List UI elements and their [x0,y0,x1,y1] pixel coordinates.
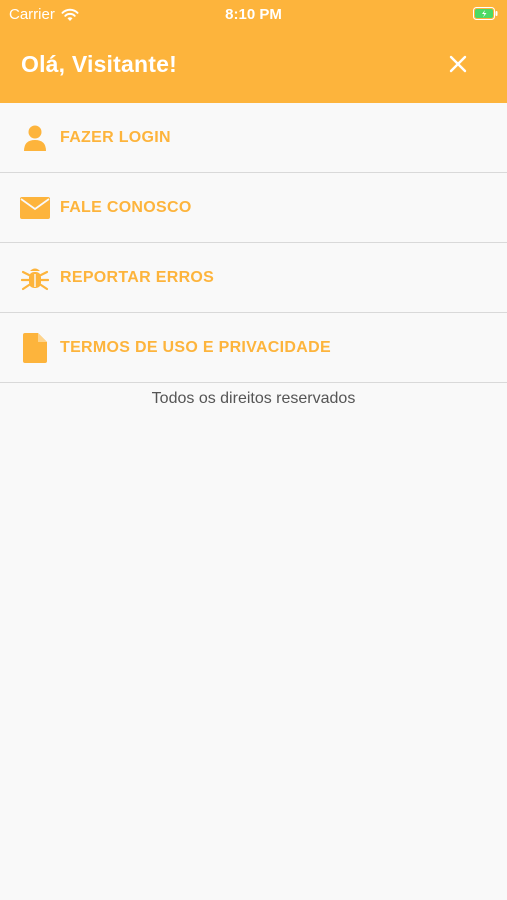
document-icon [20,332,50,363]
envelope-icon [20,193,50,223]
menu-item-report-bugs[interactable]: REPORTAR ERROS [0,243,507,313]
user-icon [20,123,50,153]
header: Carrier 8:10 PM Olá, Visitante! [0,0,507,103]
menu-item-contact[interactable]: FALE CONOSCO [0,173,507,243]
footer-rights-text: Todos os direitos reservados [151,390,356,407]
menu-item-label: REPORTAR ERROS [60,268,215,286]
status-time: 8:10 PM [225,6,282,23]
menu-item-label: TERMOS DE USO E PRIVACIDADE [60,338,331,356]
menu-item-login[interactable]: FAZER LOGIN [0,103,507,173]
menu-item-terms-privacy[interactable]: TERMOS DE USO E PRIVACIDADE [0,313,507,383]
bug-icon [20,263,50,293]
battery-icon [473,7,498,20]
page-title: Olá, Visitante! [21,51,177,77]
close-icon[interactable] [447,53,469,75]
status-bar: Carrier 8:10 PM [0,0,507,28]
menu-item-label: FALE CONOSCO [60,198,192,216]
menu-list: FAZER LOGIN FALE CONOSCO REPORTAR ERROS … [0,103,507,383]
menu-item-label: FAZER LOGIN [60,128,171,146]
